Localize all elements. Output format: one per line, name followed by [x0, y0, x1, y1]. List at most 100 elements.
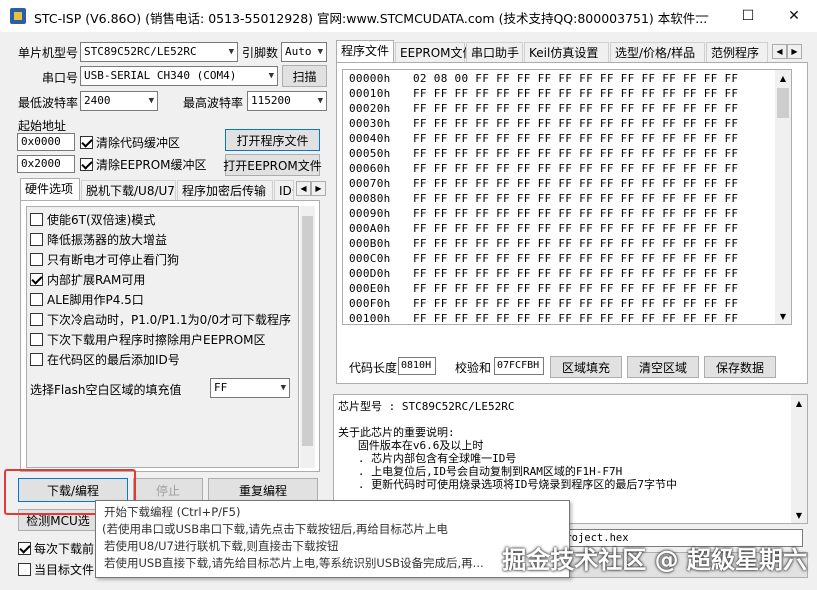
hex-row[interactable]: 000D0h FF FF FF FF FF FF FF FF FF FF FF F… — [349, 267, 738, 280]
hex-bytes[interactable]: FF FF FF FF FF FF FF FF FF FF FF FF FF F… — [413, 312, 738, 324]
hex-bytes[interactable]: FF FF FF FF FF FF FF FF FF FF FF FF FF F… — [413, 192, 738, 205]
option-row[interactable]: 使能6T(双倍速)模式 — [30, 211, 155, 228]
scroll-up-icon[interactable]: ▲ — [775, 70, 791, 86]
hex-bytes[interactable]: FF FF FF FF FF FF FF FF FF FF FF FF FF F… — [413, 297, 738, 310]
chevron-down-icon: ▼ — [148, 96, 154, 106]
clear-code-checkbox[interactable]: 清除代码缓冲区 — [80, 134, 180, 151]
tab-scroll-right-icon[interactable]: ▶ — [787, 44, 802, 59]
scroll-down-icon[interactable]: ▼ — [775, 308, 791, 324]
hex-bytes[interactable]: FF FF FF FF FF FF FF FF FF FF FF FF FF F… — [413, 102, 738, 115]
tab-scroll-left-icon[interactable]: ◀ — [296, 181, 311, 196]
checkbox-box[interactable] — [30, 233, 43, 246]
hex-row[interactable]: 00000h 02 08 00 FF FF FF FF FF FF FF FF F… — [349, 72, 738, 85]
hex-row[interactable]: 000C0h FF FF FF FF FF FF FF FF FF FF FF F… — [349, 252, 738, 265]
hex-bytes[interactable]: FF FF FF FF FF FF FF FF FF FF FF FF FF F… — [413, 132, 738, 145]
min-baud-select[interactable]: 2400 ▼ — [80, 91, 158, 111]
reload-before-download-checkbox[interactable]: 每次下载前 — [18, 540, 94, 557]
hex-row[interactable]: 00070h FF FF FF FF FF FF FF FF FF FF FF F… — [349, 177, 738, 190]
hex-editor[interactable]: 00000h 02 08 00 FF FF FF FF FF FF FF FF F… — [342, 69, 792, 325]
tab-scroll-left-icon[interactable]: ◀ — [772, 44, 787, 59]
checkbox-box[interactable] — [30, 333, 43, 346]
hex-bytes[interactable]: FF FF FF FF FF FF FF FF FF FF FF FF FF F… — [413, 267, 738, 280]
hex-row[interactable]: 00100h FF FF FF FF FF FF FF FF FF FF FF F… — [349, 312, 738, 324]
hex-row[interactable]: 00050h FF FF FF FF FF FF FF FF FF FF FF F… — [349, 147, 738, 160]
checkbox-box[interactable] — [30, 213, 43, 226]
hex-row[interactable]: 00040h FF FF FF FF FF FF FF FF FF FF FF F… — [349, 132, 738, 145]
hex-bytes[interactable]: 02 08 00 FF FF FF FF FF FF FF FF FF FF F… — [413, 72, 738, 85]
hex-row[interactable]: 00080h FF FF FF FF FF FF FF FF FF FF FF F… — [349, 192, 738, 205]
checkbox-box[interactable] — [30, 353, 43, 366]
pin-count-select[interactable]: Auto ▼ — [281, 42, 327, 62]
repeat-program-button[interactable]: 重复编程 — [208, 478, 318, 502]
eeprom-address-input[interactable]: 0x2000 — [17, 155, 75, 173]
scroll-down-icon[interactable]: ▼ — [791, 507, 807, 523]
max-baud-select[interactable]: 115200 ▼ — [247, 91, 327, 111]
hex-bytes[interactable]: FF FF FF FF FF FF FF FF FF FF FF FF FF F… — [413, 87, 738, 100]
hex-row[interactable]: 00010h FF FF FF FF FF FF FF FF FF FF FF F… — [349, 87, 738, 100]
option-row[interactable]: 降低振荡器的放大增益 — [30, 231, 167, 248]
minimize-button[interactable]: — — [679, 0, 725, 32]
checkbox-box[interactable] — [30, 273, 43, 286]
code-address-input[interactable]: 0x0000 — [17, 133, 75, 151]
tab-id-number[interactable]: ID号 — [274, 180, 294, 200]
hex-row[interactable]: 00090h FF FF FF FF FF FF FF FF FF FF FF F… — [349, 207, 738, 220]
hex-row[interactable]: 00020h FF FF FF FF FF FF FF FF FF FF FF F… — [349, 102, 738, 115]
hex-bytes[interactable]: FF FF FF FF FF FF FF FF FF FF FF FF FF F… — [413, 162, 738, 175]
tab-keil-settings[interactable]: Keil仿真设置 — [524, 42, 609, 62]
checkbox-box[interactable] — [30, 293, 43, 306]
tab-encrypted-transfer[interactable]: 程序加密后传输 — [177, 180, 273, 200]
option-row[interactable]: 内部扩展RAM可用 — [30, 271, 145, 288]
option-row[interactable]: 下次下载用户程序时擦除用户EEPROM区 — [30, 331, 266, 348]
hex-row[interactable]: 00060h FF FF FF FF FF FF FF FF FF FF FF F… — [349, 162, 738, 175]
open-eeprom-file-button[interactable]: 打开EEPROM文件 — [223, 154, 322, 176]
fill-region-button[interactable]: 区域填充 — [550, 356, 622, 378]
log-scrollbar[interactable]: ▲ ▼ — [791, 395, 807, 523]
hex-row[interactable]: 000A0h FF FF FF FF FF FF FF FF FF FF FF F… — [349, 222, 738, 235]
hex-bytes[interactable]: FF FF FF FF FF FF FF FF FF FF FF FF FF F… — [413, 117, 738, 130]
option-row[interactable]: ALE脚用作P4.5口 — [30, 291, 144, 308]
save-data-button[interactable]: 保存数据 — [704, 356, 776, 378]
hex-bytes[interactable]: FF FF FF FF FF FF FF FF FF FF FF FF FF F… — [413, 147, 738, 160]
auto-download-checkbox[interactable]: 当目标文件 — [18, 561, 94, 578]
options-scrollbar[interactable] — [300, 206, 315, 468]
tab-hardware-options[interactable]: 硬件选项 — [20, 178, 80, 200]
close-button[interactable]: ✕ — [771, 0, 817, 32]
option-row[interactable]: 下次冷启动时，P1.0/P1.1为0/0才可下载程序 — [30, 311, 291, 328]
mcu-model-select[interactable]: STC89C52RC/LE52RC ▼ — [80, 42, 238, 62]
checkbox-box[interactable] — [30, 313, 43, 326]
scroll-up-icon[interactable]: ▲ — [791, 395, 807, 411]
hex-row[interactable]: 00030h FF FF FF FF FF FF FF FF FF FF FF F… — [349, 117, 738, 130]
hex-row[interactable]: 000E0h FF FF FF FF FF FF FF FF FF FF FF F… — [349, 282, 738, 295]
hex-address: 00010h — [349, 87, 391, 100]
hex-scrollbar-thumb[interactable] — [777, 88, 789, 118]
tab-example-programs[interactable]: 范例程序 — [706, 42, 768, 62]
tab-serial-assistant[interactable]: 串口助手 — [466, 42, 523, 62]
scan-button[interactable]: 扫描 — [282, 65, 327, 87]
chevron-down-icon: ▼ — [268, 71, 274, 81]
hex-row[interactable]: 000B0h FF FF FF FF FF FF FF FF FF FF FF F… — [349, 237, 738, 250]
flash-fill-select[interactable]: FF ▼ — [210, 378, 290, 398]
stop-button[interactable]: 停止 — [133, 478, 203, 502]
clear-eeprom-checkbox[interactable]: 清除EEPROM缓冲区 — [80, 156, 207, 173]
option-row[interactable]: 在代码区的最后添加ID号 — [30, 351, 180, 368]
open-program-file-button[interactable]: 打开程序文件 — [225, 129, 320, 151]
hex-scrollbar[interactable]: ▲ ▼ — [775, 70, 791, 324]
hex-bytes[interactable]: FF FF FF FF FF FF FF FF FF FF FF FF FF F… — [413, 282, 738, 295]
hex-row[interactable]: 000F0h FF FF FF FF FF FF FF FF FF FF FF F… — [349, 297, 738, 310]
checkbox-box[interactable] — [30, 253, 43, 266]
hex-bytes[interactable]: FF FF FF FF FF FF FF FF FF FF FF FF FF F… — [413, 222, 738, 235]
tab-selection-price[interactable]: 选型/价格/样品 — [610, 42, 705, 62]
serial-port-select[interactable]: USB-SERIAL CH340 (COM4) ▼ — [80, 66, 278, 86]
hex-bytes[interactable]: FF FF FF FF FF FF FF FF FF FF FF FF FF F… — [413, 177, 738, 190]
options-scrollbar-thumb[interactable] — [302, 216, 313, 446]
tab-program-file[interactable]: 程序文件 — [336, 40, 394, 62]
tab-offline-download[interactable]: 脱机下载/U8/U7 — [81, 180, 176, 200]
maximize-button[interactable]: ☐ — [725, 0, 771, 32]
hex-bytes[interactable]: FF FF FF FF FF FF FF FF FF FF FF FF FF F… — [413, 237, 738, 250]
hex-bytes[interactable]: FF FF FF FF FF FF FF FF FF FF FF FF FF F… — [413, 207, 738, 220]
tab-scroll-right-icon[interactable]: ▶ — [311, 181, 326, 196]
option-row[interactable]: 只有断电才可停止看门狗 — [30, 251, 179, 268]
clear-region-button[interactable]: 清空区域 — [627, 356, 699, 378]
tab-eeprom-file[interactable]: EEPROM文件 — [395, 42, 475, 62]
hex-bytes[interactable]: FF FF FF FF FF FF FF FF FF FF FF FF FF F… — [413, 252, 738, 265]
